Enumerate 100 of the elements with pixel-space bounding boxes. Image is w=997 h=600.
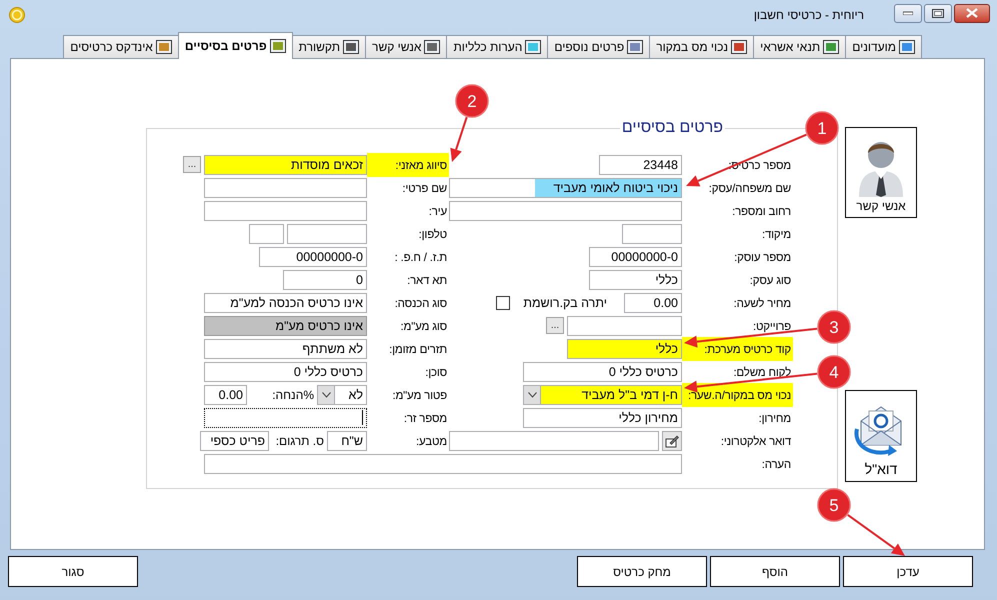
text-field[interactable]: ש"ח <box>327 430 367 450</box>
browse-button[interactable]: ... <box>546 317 564 334</box>
caret-icon <box>528 392 536 398</box>
tab[interactable]: הערות כלליות <box>446 35 548 58</box>
field-label: מטבע: <box>415 435 448 450</box>
tab[interactable]: אינדקס כרטיסים <box>63 35 179 58</box>
action-button[interactable]: מחק כרטיס <box>577 556 707 587</box>
text-field[interactable]: לא משתתף <box>204 338 367 358</box>
text-field[interactable]: כרטיס כללי 0 <box>523 362 682 382</box>
text-field[interactable]: כללי <box>589 270 682 290</box>
browse-button[interactable]: ... <box>183 156 201 173</box>
coin-icon <box>9 7 25 23</box>
field-label: סיווג מאזני: <box>367 152 449 176</box>
square-icon <box>627 40 644 54</box>
text-field[interactable] <box>204 454 682 474</box>
square-icon <box>823 40 840 54</box>
text-field[interactable]: כרטיס כללי 0 <box>204 362 367 382</box>
tab[interactable]: פרטים נוספים <box>547 35 650 58</box>
tab[interactable]: תקשורת <box>292 35 366 58</box>
window-title: ריוחית - כרטיסי חשבון <box>754 8 864 22</box>
caret-icon <box>322 392 330 398</box>
text-field[interactable] <box>204 178 367 198</box>
field-label: מיקוד: <box>760 228 792 243</box>
field-label: עיר: <box>428 205 448 220</box>
text-field[interactable]: 00000000-0 <box>259 246 367 266</box>
field-label: נכוי מס במקור/ה.שער: <box>682 382 793 406</box>
dropdown[interactable]: לא <box>317 384 367 404</box>
callout-marker: 2 <box>455 84 489 118</box>
checkbox-label: יתרה בק.רושמת <box>523 296 607 310</box>
contacts-button[interactable]: אנשי קשר <box>845 127 917 218</box>
field-label: תזרים מזומן: <box>388 343 448 358</box>
text-field[interactable]: ניכוי ביטוח לאומי מעביד <box>449 178 682 198</box>
field-label: שם משפחה/עסק: <box>708 182 792 197</box>
field-label: סוג עסק: <box>748 274 792 289</box>
text-field[interactable] <box>249 224 284 244</box>
field-label: מספר עוסק: <box>733 251 792 266</box>
square-icon <box>343 40 360 54</box>
tab[interactable]: אנשי קשר <box>365 35 448 58</box>
highlight-band: ניכוי ביטוח לאומי מעביד <box>535 178 681 196</box>
field-label: סוג מע"מ: <box>400 320 448 335</box>
text-field[interactable]: 00000000-0 <box>589 246 682 266</box>
square-icon <box>899 40 915 54</box>
close-button[interactable] <box>954 4 990 22</box>
text-field[interactable] <box>449 430 659 450</box>
field-label: ת.ז. / ח.פ. : <box>394 251 448 266</box>
field-label: %הנחה: <box>271 388 314 402</box>
text-field[interactable] <box>622 224 682 244</box>
callout-marker: 3 <box>817 310 851 344</box>
text-field[interactable] <box>567 316 682 336</box>
close-icon <box>966 8 978 18</box>
text-field[interactable]: מחירון כללי <box>523 408 682 428</box>
square-icon <box>424 40 440 54</box>
field-label: סוכן: <box>424 366 448 381</box>
field-label: מחירון: <box>758 412 792 427</box>
dropdown[interactable]: ח-ן דמי ב"ל מעביד <box>523 384 682 404</box>
field-label: פרוייקט: <box>752 320 792 335</box>
action-button[interactable]: הוסף <box>710 556 840 587</box>
text-field[interactable]: זכאים מוסדות <box>204 154 367 174</box>
maximize-icon <box>932 8 944 18</box>
text-field[interactable] <box>204 200 367 220</box>
field-label: הערה: <box>760 458 792 473</box>
text-field[interactable]: כללי <box>567 338 682 358</box>
square-icon <box>156 40 172 54</box>
arrow <box>450 116 468 162</box>
tab[interactable]: פרטים בסיסיים <box>178 32 293 59</box>
text-field[interactable]: פריט כספי <box>200 430 269 450</box>
action-button[interactable]: סגור <box>8 556 138 587</box>
text-field[interactable]: אינו כרטיס הכנסה למע"מ <box>204 292 367 312</box>
text-field[interactable]: 23448 <box>599 154 682 174</box>
field-label: סוג הכנסה: <box>394 297 448 312</box>
tab[interactable]: נכוי מס במקור <box>649 35 754 58</box>
callout-marker: 1 <box>805 111 839 145</box>
tab[interactable]: תנאי אשראי <box>753 35 846 58</box>
text-field[interactable]: 0.00 <box>624 292 682 312</box>
field-label: רחוב ומספר: <box>731 205 792 220</box>
field-label: קוד כרטיס מערכת: <box>682 336 793 360</box>
field-label: ס. תרגום: <box>274 434 324 448</box>
text-field[interactable] <box>287 224 367 244</box>
field-label: מספר זר: <box>402 412 448 427</box>
field-label: טלפון: <box>418 228 448 243</box>
tab[interactable]: מועדונים <box>845 35 922 58</box>
minimize-button[interactable] <box>894 4 922 22</box>
field-label: מחיר לשעה: <box>732 296 792 312</box>
email-button[interactable]: דוא"ל <box>845 390 917 482</box>
checkbox[interactable] <box>496 296 510 310</box>
pencil-icon <box>665 434 679 448</box>
text-field[interactable] <box>449 200 682 220</box>
arrow <box>847 514 905 556</box>
field-label: תא דאר: <box>406 274 448 289</box>
text-field[interactable]: 0 <box>283 270 367 290</box>
minimize-icon <box>903 11 913 15</box>
text-field[interactable] <box>204 408 367 428</box>
callout-marker: 5 <box>817 488 851 522</box>
text-field[interactable]: 0.00 <box>204 384 247 404</box>
small-button[interactable] <box>662 430 682 450</box>
field-label: דואר אלקטרוני: <box>720 434 792 450</box>
square-icon <box>731 40 748 54</box>
action-button[interactable]: עדכן <box>843 556 973 587</box>
field-label: פטור מע"מ: <box>391 389 448 404</box>
maximize-button[interactable] <box>924 4 952 22</box>
